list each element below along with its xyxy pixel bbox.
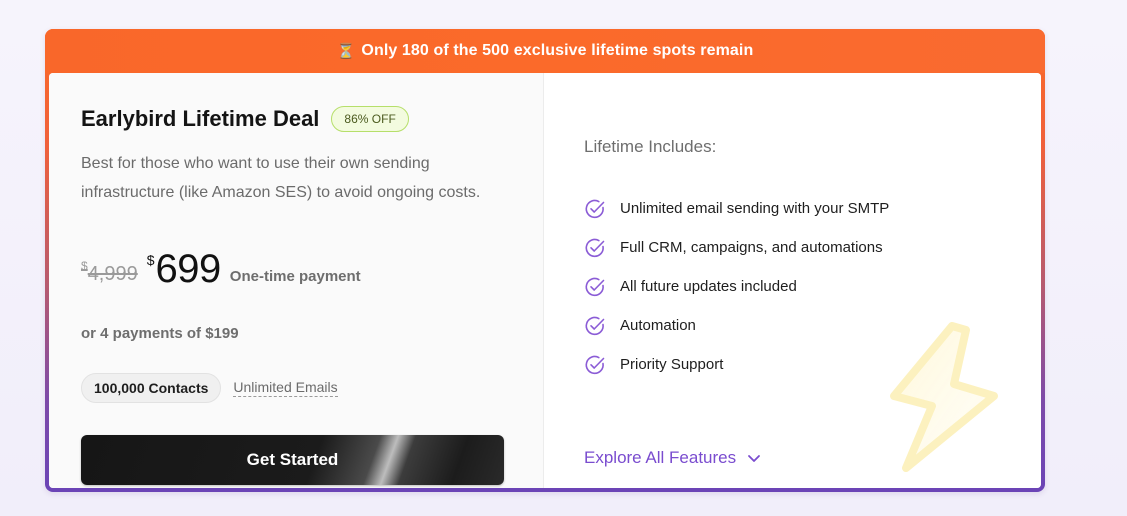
plan-panel: Earlybird Lifetime Deal 86% OFF Best for… <box>49 73 544 488</box>
scarcity-banner: ⏳ Only 180 of the 500 exclusive lifetime… <box>45 29 1045 73</box>
deal-price-currency: $ <box>146 252 155 268</box>
list-item: Full CRM, campaigns, and automations <box>584 228 889 267</box>
get-started-button[interactable]: Get Started <box>81 435 504 485</box>
includes-panel: Lifetime Includes: Unlimited email sendi… <box>544 73 1041 488</box>
check-circle-icon <box>585 199 605 218</box>
feature-text: Automation <box>620 317 696 334</box>
check-circle-icon <box>585 316 605 335</box>
plan-limits: 100,000 Contacts Unlimited Emails <box>81 373 338 403</box>
check-circle-icon <box>585 238 605 257</box>
original-price-currency: $ <box>81 259 88 273</box>
check-circle-icon <box>585 277 605 296</box>
original-price-amount: 4,999 <box>87 263 138 285</box>
contacts-chip: 100,000 Contacts <box>81 373 222 403</box>
plan-title-row: Earlybird Lifetime Deal 86% OFF <box>81 106 409 132</box>
installment-note: or 4 payments of $199 <box>81 325 239 342</box>
deal-price-amount: 699 <box>155 247 222 291</box>
hourglass-icon: ⏳ <box>336 43 356 60</box>
feature-text: Unlimited email sending with your SMTP <box>620 200 890 217</box>
explore-all-features-link[interactable]: Explore All Features <box>584 448 762 468</box>
payment-type: One-time payment <box>229 268 361 285</box>
feature-text: Full CRM, campaigns, and automations <box>620 239 883 256</box>
list-item: Unlimited email sending with your SMTP <box>584 189 889 228</box>
explore-label: Explore All Features <box>584 448 737 467</box>
feature-list: Unlimited email sending with your SMTP F… <box>584 189 889 384</box>
price-row: $4,999 $ 699 One-time payment <box>81 248 361 290</box>
list-item: Automation <box>584 306 889 345</box>
list-item: Priority Support <box>584 345 889 384</box>
unlimited-emails-tooltip-trigger[interactable]: Unlimited Emails <box>233 379 338 397</box>
plan-description: Best for those who want to use their own… <box>81 155 481 201</box>
feature-text: All future updates included <box>620 278 797 295</box>
list-item: All future updates included <box>584 267 889 306</box>
deal-price: $ 699 <box>146 247 222 291</box>
includes-title: Lifetime Includes: <box>584 137 717 156</box>
card-body: Earlybird Lifetime Deal 86% OFF Best for… <box>49 73 1041 488</box>
feature-text: Priority Support <box>620 356 724 373</box>
chevron-down-icon <box>748 455 761 462</box>
original-price: $4,999 <box>81 259 138 286</box>
page: ⏳ Only 180 of the 500 exclusive lifetime… <box>0 0 1127 516</box>
banner-text: Only 180 of the 500 exclusive lifetime s… <box>361 42 754 59</box>
discount-badge: 86% OFF <box>331 106 409 132</box>
pricing-card: ⏳ Only 180 of the 500 exclusive lifetime… <box>45 29 1045 492</box>
plan-title: Earlybird Lifetime Deal <box>81 106 320 131</box>
check-circle-icon <box>585 355 605 374</box>
